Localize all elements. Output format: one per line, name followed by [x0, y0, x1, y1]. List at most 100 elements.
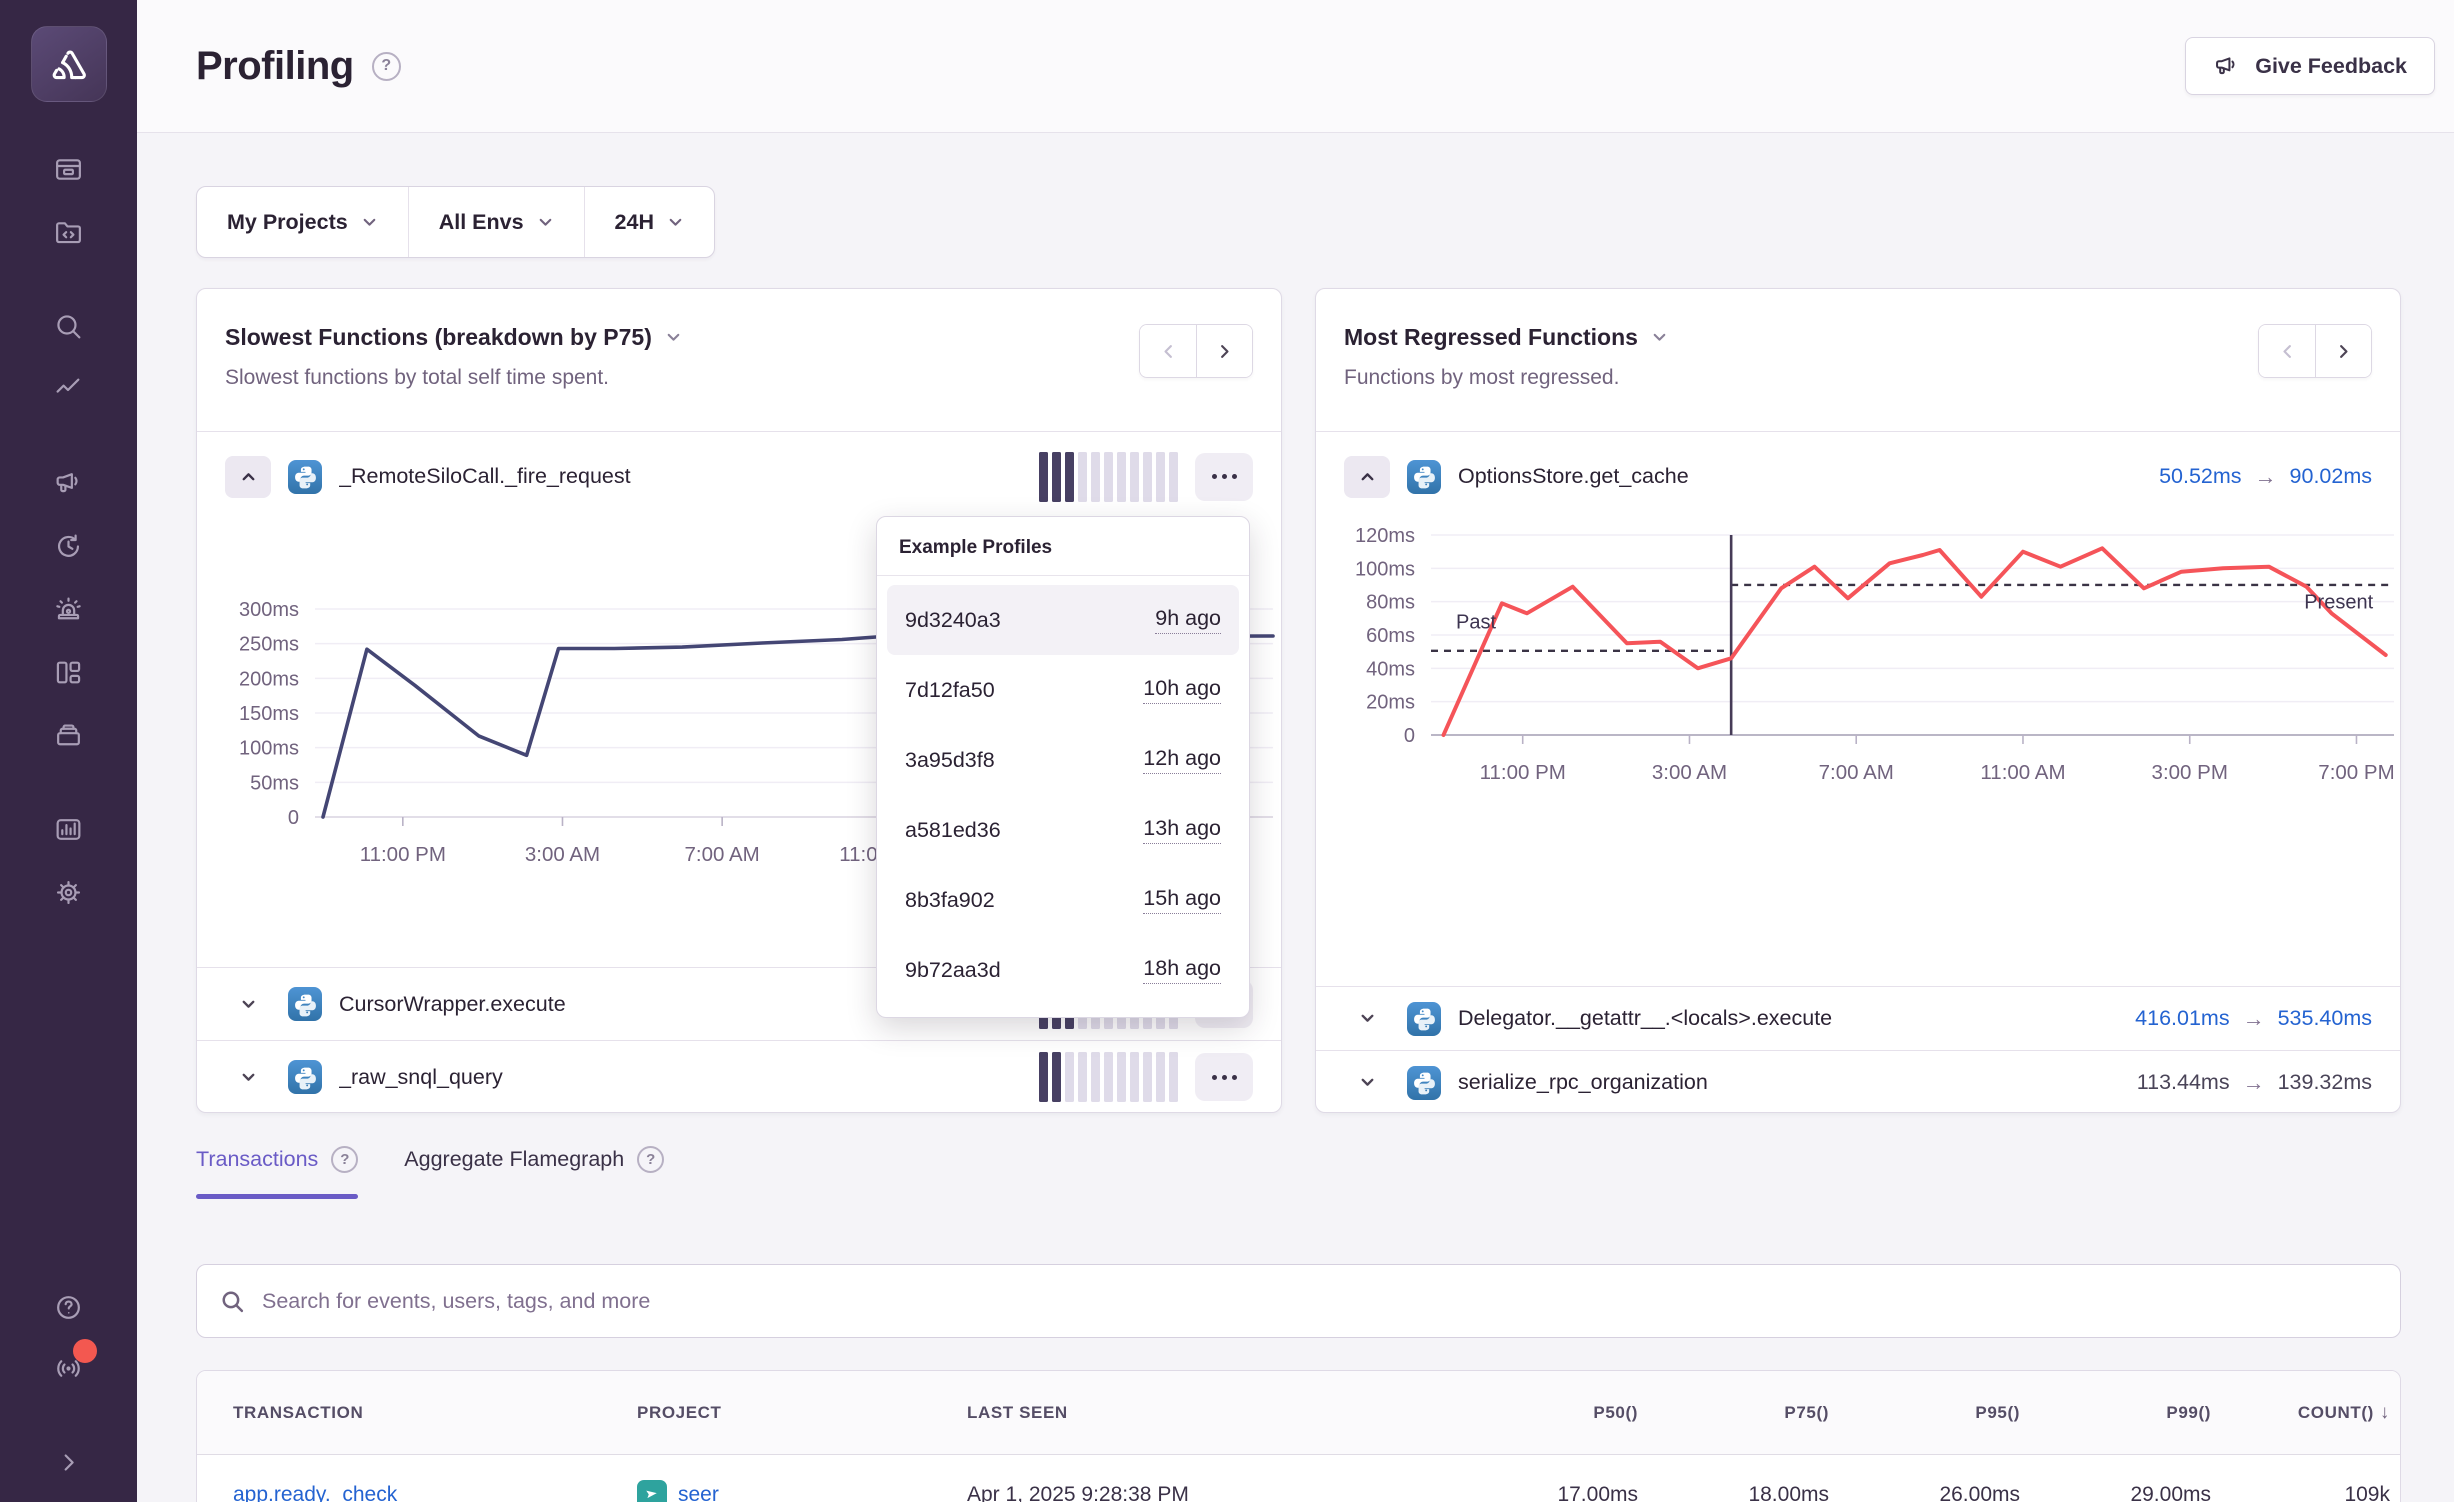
svg-text:250ms: 250ms: [239, 634, 299, 656]
search-input[interactable]: [262, 1289, 2377, 1314]
sidebar-item-issues[interactable]: [47, 147, 91, 191]
tab-help-icon[interactable]: ?: [637, 1146, 664, 1173]
previous-page-button[interactable]: [2259, 325, 2315, 377]
sidebar-item-projects[interactable]: [47, 210, 91, 254]
before-value[interactable]: 50.52ms: [2159, 464, 2241, 489]
page-help-icon[interactable]: ?: [372, 52, 401, 81]
collapse-row-button[interactable]: [1344, 456, 1390, 498]
transaction-link[interactable]: app.ready._check: [197, 1483, 637, 1502]
tab-aggregate-flamegraph[interactable]: Aggregate Flamegraph?: [404, 1146, 664, 1199]
expand-row-chevron[interactable]: [225, 996, 271, 1013]
duration-bar-empty: [1130, 452, 1139, 502]
svg-text:7:00 AM: 7:00 AM: [1819, 761, 1894, 784]
svg-text:11:00 AM: 11:00 AM: [1980, 761, 2065, 784]
sidebar-item-expand[interactable]: [47, 1440, 91, 1484]
next-page-button[interactable]: [2315, 325, 2371, 377]
profile-age-link[interactable]: 15h ago: [1143, 886, 1221, 914]
svg-text:0: 0: [1404, 725, 1415, 747]
function-row[interactable]: _raw_snql_query: [197, 1040, 1281, 1113]
sidebar-item-explore[interactable]: [47, 304, 91, 348]
profile-age-link[interactable]: 10h ago: [1143, 676, 1221, 704]
collapse-row-button[interactable]: [225, 456, 271, 498]
tab-help-icon[interactable]: ?: [331, 1146, 358, 1173]
profile-age-link[interactable]: 18h ago: [1143, 956, 1221, 984]
duration-bar-empty: [1117, 1052, 1126, 1102]
duration-bar-empty: [1156, 452, 1165, 502]
previous-page-button[interactable]: [1140, 325, 1196, 377]
sidebar-item-settings[interactable]: [47, 870, 91, 914]
seer-glyph-icon: [642, 1485, 662, 1502]
duration-bar-empty: [1156, 1052, 1165, 1102]
sidebar-item-stats[interactable]: [47, 807, 91, 851]
project-link[interactable]: seer: [678, 1483, 719, 1502]
profile-age-link[interactable]: 12h ago: [1143, 746, 1221, 774]
project-filter[interactable]: My Projects: [197, 187, 408, 257]
function-row[interactable]: OptionsStore.get_cache50.52ms→90.02ms: [1316, 431, 2400, 521]
sidebar-item-dashboards[interactable]: [47, 650, 91, 694]
most-regressed-chart[interactable]: 020ms40ms60ms80ms100ms120ms11:00 PM3:00 …: [1316, 521, 2400, 986]
profile-id: 3a95d3f8: [905, 748, 995, 773]
row-menu-button[interactable]: [1195, 453, 1253, 501]
expand-row-chevron[interactable]: [1344, 1074, 1390, 1091]
give-feedback-button[interactable]: Give Feedback: [2185, 37, 2435, 95]
column-header-count[interactable]: COUNT()↓: [2211, 1402, 2390, 1424]
profile-item[interactable]: 8b3fa90215h ago: [887, 865, 1239, 935]
environment-filter[interactable]: All Envs: [409, 187, 584, 257]
profile-item[interactable]: 7d12fa5010h ago: [887, 655, 1239, 725]
before-value[interactable]: 416.01ms: [2135, 1006, 2229, 1031]
profile-item[interactable]: 9d3240a39h ago: [887, 585, 1239, 655]
expand-row-chevron[interactable]: [225, 1069, 271, 1086]
svg-text:300ms: 300ms: [239, 599, 299, 621]
sentry-logo[interactable]: [31, 26, 107, 102]
sidebar-item-alerts[interactable]: [47, 587, 91, 631]
regressed-row-top: OptionsStore.get_cache50.52ms→90.02ms: [1316, 431, 2400, 521]
after-value[interactable]: 535.40ms: [2278, 1006, 2372, 1031]
date-range-filter-label: 24H: [615, 210, 654, 235]
profile-age-link[interactable]: 13h ago: [1143, 816, 1221, 844]
profile-age-link[interactable]: 9h ago: [1155, 606, 1221, 634]
sidebar-item-help[interactable]: [47, 1285, 91, 1329]
sidebar-item-whats-new[interactable]: [47, 1346, 91, 1390]
sidebar-item-releases[interactable]: [47, 713, 91, 757]
sidebar-item-replays[interactable]: [47, 524, 91, 568]
most-regressed-subtitle: Functions by most regressed.: [1344, 366, 1668, 390]
environment-filter-label: All Envs: [439, 210, 524, 235]
after-value[interactable]: 90.02ms: [2290, 464, 2372, 489]
profile-item[interactable]: 3a95d3f8 12h ago: [887, 725, 1239, 795]
function-name: OptionsStore.get_cache: [1458, 464, 2142, 489]
slowest-functions-dropdown[interactable]: Slowest Functions (breakdown by P75): [225, 324, 682, 351]
function-row[interactable]: Delegator.__getattr__.<locals>.execute 41…: [1316, 986, 2400, 1050]
function-name: Delegator.__getattr__.<locals>.execute: [1458, 1006, 2118, 1031]
column-header-p99[interactable]: P99(): [2020, 1403, 2211, 1423]
help-icon: [53, 1292, 84, 1323]
table-row[interactable]: app.ready._checkseerApr 1, 2025 9:28:38 …: [197, 1455, 2400, 1502]
duration-bar-empty: [1143, 1052, 1152, 1102]
python-logo-icon: [293, 464, 318, 489]
profile-item[interactable]: 9b72aa3d 18h ago: [887, 935, 1239, 1005]
column-header-project[interactable]: PROJECT: [637, 1403, 967, 1423]
example-profiles-title: Example Profiles: [877, 517, 1249, 576]
tab-transactions[interactable]: Transactions?: [196, 1146, 358, 1199]
chevron-down-icon: [361, 214, 378, 231]
python-icon: [288, 1060, 322, 1094]
next-page-button[interactable]: [1196, 325, 1252, 377]
column-header-p75[interactable]: P75(): [1638, 1403, 1829, 1423]
sidebar-item-feedback[interactable]: [47, 461, 91, 505]
row-menu-button[interactable]: [1195, 1053, 1253, 1101]
most-regressed-dropdown[interactable]: Most Regressed Functions: [1344, 324, 1668, 351]
profile-item[interactable]: a581ed3613h ago: [887, 795, 1239, 865]
sidebar-item-traces[interactable]: [47, 367, 91, 411]
column-header-transaction[interactable]: TRANSACTION: [197, 1403, 637, 1423]
profile-id: 9b72aa3d: [905, 958, 1001, 983]
svg-text:3:00 AM: 3:00 AM: [1652, 761, 1727, 784]
profile-duration-bars: [1039, 452, 1178, 502]
date-range-filter[interactable]: 24H: [585, 187, 714, 257]
function-row[interactable]: _RemoteSiloCall._fire_request: [197, 431, 1281, 521]
duration-bar-empty: [1104, 1052, 1113, 1102]
expand-row-chevron[interactable]: [1344, 1010, 1390, 1027]
column-header-lastseen[interactable]: LAST SEEN: [967, 1403, 1447, 1423]
column-header-p95[interactable]: P95(): [1829, 1403, 2020, 1423]
projects-icon: [53, 217, 84, 248]
column-header-p50[interactable]: P50(): [1447, 1403, 1638, 1423]
function-row[interactable]: serialize_rpc_organization113.44ms→139.3…: [1316, 1050, 2400, 1113]
